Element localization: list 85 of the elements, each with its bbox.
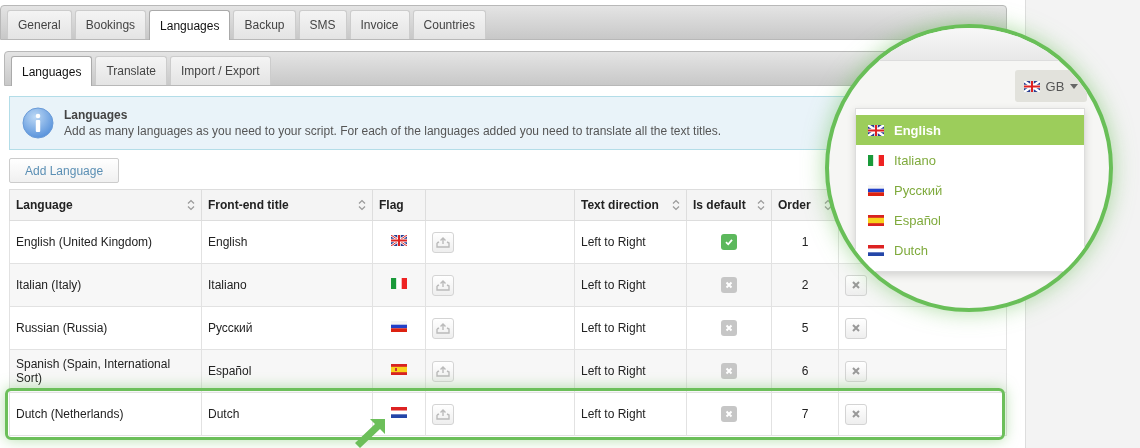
flag-icon [391, 321, 407, 332]
menu-item-label: Español [894, 212, 941, 228]
table-cell: English [201, 220, 373, 264]
caret-icon [1070, 83, 1079, 89]
default-checkbox[interactable] [721, 363, 737, 379]
flag-icon [391, 364, 407, 375]
tab[interactable]: Import / Export [169, 56, 271, 85]
tab[interactable]: Translate [95, 56, 167, 85]
close-icon [851, 409, 861, 419]
upload-icon [436, 236, 450, 248]
close-icon [851, 323, 861, 333]
flag-icon [868, 184, 884, 196]
tab[interactable]: Backup [233, 10, 296, 39]
cross-icon [724, 409, 734, 419]
table-cell: Italian (Italy) [9, 263, 202, 307]
info-icon [22, 107, 54, 139]
cross-icon [724, 323, 734, 333]
upload-button[interactable] [432, 360, 454, 382]
flag-icon [868, 154, 884, 166]
table-cell: 5 [771, 306, 839, 350]
upload-button[interactable] [432, 274, 454, 296]
notice-text: Add as many languages as you need to your script. For each of the languages added you need to translate all the text titles. [64, 124, 722, 138]
column-header[interactable] [425, 189, 575, 221]
language-dropdown[interactable]: GB [1015, 70, 1087, 102]
sort-icon [358, 199, 366, 211]
table-cell: Italiano [201, 263, 373, 307]
delete-button[interactable] [845, 274, 867, 296]
close-icon [851, 280, 861, 290]
table-cell: Left to Right [574, 392, 687, 436]
upload-button[interactable] [432, 317, 454, 339]
close-icon [851, 366, 861, 376]
table-cell: Русский [201, 306, 373, 350]
upload-button[interactable] [432, 231, 454, 253]
menu-item-label: English [894, 122, 941, 138]
menu-item-label: Italiano [894, 152, 936, 168]
delete-button[interactable] [845, 317, 867, 339]
upload-icon [436, 408, 450, 420]
sort-icon [187, 199, 195, 211]
tab[interactable]: Languages [149, 10, 231, 40]
delete-button[interactable] [845, 360, 867, 382]
flag-icon [391, 235, 407, 246]
cross-icon [724, 280, 734, 290]
table-cell: Left to Right [574, 220, 687, 264]
table-cell: Spanish (Spain, International Sort) [9, 349, 202, 393]
sort-icon [672, 199, 680, 211]
flag-icon [868, 214, 884, 226]
check-icon [724, 237, 734, 247]
table-cell: 2 [771, 263, 839, 307]
table-cell: Left to Right [574, 306, 687, 350]
notice-title: Languages [64, 108, 129, 122]
default-checkbox[interactable] [721, 406, 737, 422]
table-cell: Russian (Russia) [9, 306, 202, 350]
flag-icon [391, 407, 407, 418]
flag-icon [391, 278, 407, 289]
table-cell: English (United Kingdom) [9, 220, 202, 264]
upload-button[interactable] [432, 403, 454, 425]
tab[interactable]: Bookings [74, 10, 147, 39]
upload-icon [436, 365, 450, 377]
flag-icon [868, 244, 884, 256]
default-checkbox[interactable] [721, 320, 737, 336]
tab[interactable]: Invoice [349, 10, 410, 39]
default-checkbox[interactable] [721, 277, 737, 293]
table-cell: Dutch (Netherlands) [9, 392, 202, 436]
default-checkbox[interactable] [721, 234, 737, 250]
tab[interactable]: General [7, 10, 72, 39]
table-cell: Español [201, 349, 373, 393]
flag-icon [1023, 80, 1040, 92]
upload-icon [436, 322, 450, 334]
tab[interactable]: Languages [11, 56, 93, 86]
menu-item-label: Dutch [894, 242, 928, 258]
table-cell: 7 [771, 392, 839, 436]
column-header[interactable]: Language [9, 189, 202, 221]
tab[interactable]: Countries [412, 10, 486, 39]
sort-icon [757, 199, 765, 211]
column-header[interactable]: Is default [686, 189, 772, 221]
upload-icon [436, 279, 450, 291]
cross-icon [724, 366, 734, 376]
delete-button[interactable] [845, 403, 867, 425]
flag-icon [868, 124, 884, 136]
column-header[interactable]: Front-end title [201, 189, 373, 221]
menu-item-label: Русский [894, 182, 943, 198]
table-cell: Left to Right [574, 263, 687, 307]
column-header[interactable]: Text direction [574, 189, 687, 221]
tab[interactable]: SMS [298, 10, 347, 39]
column-header[interactable]: Flag [372, 189, 426, 221]
